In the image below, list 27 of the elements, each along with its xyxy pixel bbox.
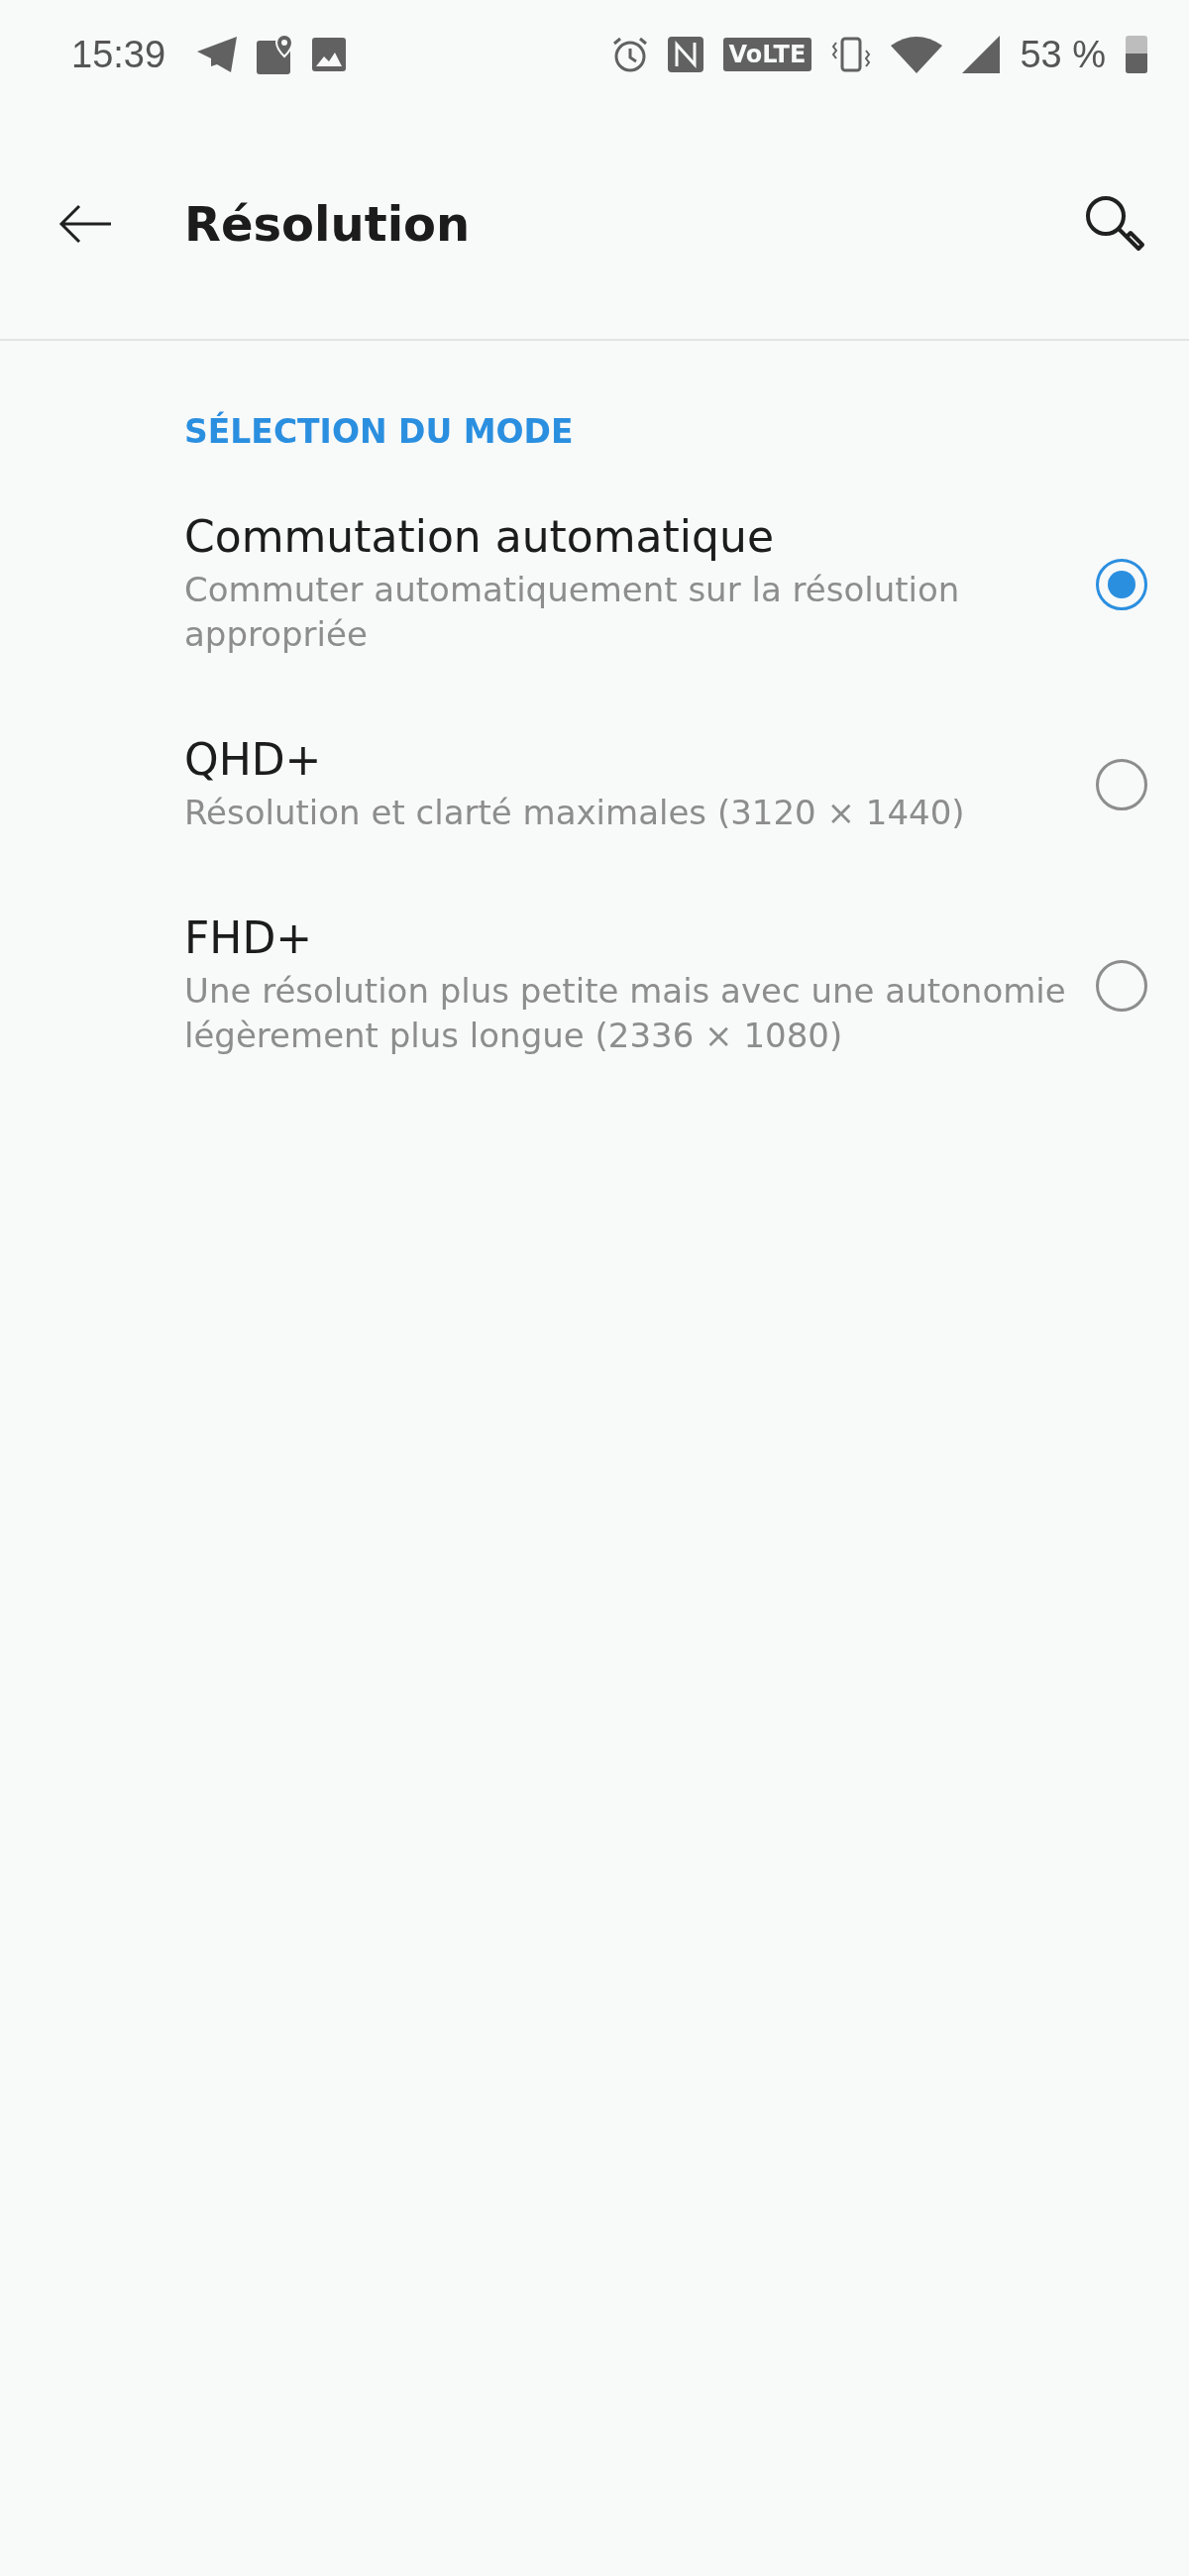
radio-button[interactable] <box>1096 959 1147 1012</box>
option-summary: Commuter automatiquement sur la résolution appropriée <box>184 569 961 656</box>
option-row[interactable]: QHD+ Résolution et clarté maximales (3120 × 1440) <box>0 706 1189 885</box>
option-summary: Une résolution plus petite mais avec une autonomie légèrement plus longue (2336 × 1080) <box>184 970 1067 1057</box>
cell-signal-icon <box>962 36 1001 73</box>
radio-button[interactable] <box>1096 558 1147 610</box>
page-title: Résolution <box>184 196 472 252</box>
image-icon <box>312 38 347 71</box>
clock-time: 15:39 <box>71 33 166 76</box>
volte-badge: VoLTE <box>722 38 812 71</box>
back-arrow-icon[interactable] <box>57 204 113 244</box>
vibrate-icon <box>831 37 872 72</box>
option-title: Commutation automatique <box>184 511 775 562</box>
option-row[interactable]: Commutation automatique Commuter automatiquement sur la résolution appropriée <box>0 483 1189 706</box>
section-header: SÉLECTION DU MODE <box>183 410 575 453</box>
nfc-icon <box>667 37 703 72</box>
option-title: FHD+ <box>184 912 314 963</box>
option-row[interactable]: FHD+ Une résolution plus petite mais avec une autonomie légèrement plus longue (2336 × 1080) <box>0 885 1189 1108</box>
option-title: QHD+ <box>184 734 323 785</box>
battery-percent: 53 % <box>1020 33 1106 76</box>
radio-button[interactable] <box>1096 759 1147 810</box>
battery-icon <box>1126 36 1147 73</box>
wifi-icon <box>891 36 943 73</box>
map-pin-icon <box>257 35 293 74</box>
alarm-clock-icon <box>611 37 648 72</box>
paper-plane-icon <box>197 37 238 72</box>
option-summary: Résolution et clarté maximales (3120 × 1440) <box>184 792 966 834</box>
